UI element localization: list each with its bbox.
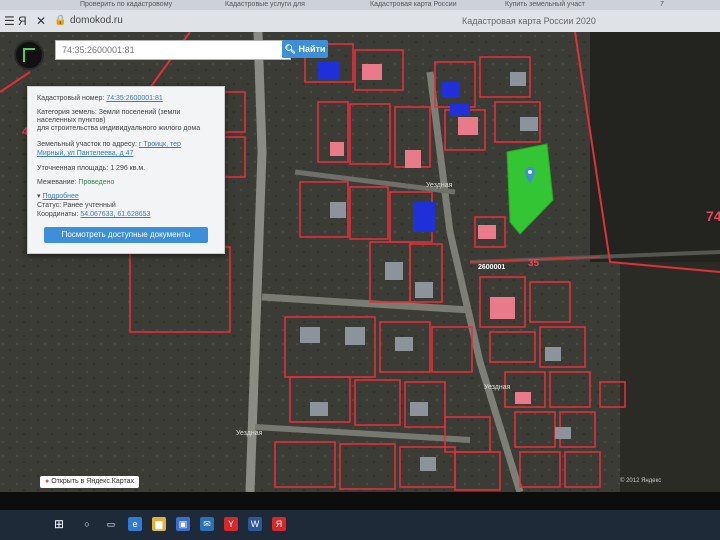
tab-5[interactable]: 7 (660, 0, 664, 10)
status-label: Статус: (37, 202, 62, 209)
yandex-logo-icon[interactable]: Я (18, 14, 27, 28)
map-copyright: © 2012 Яндекс (620, 478, 662, 484)
mail-icon[interactable]: ✉ (200, 517, 214, 531)
cadastral-number-link[interactable]: 74:35:2600001:81 (106, 95, 162, 102)
tab-strip: Проверить по кадастровому Кадастровые ус… (0, 0, 720, 10)
taskbar: ⊞ ○ ▭ e ▆ ▣ ✉ Y W Я (0, 510, 720, 540)
yandex-icon[interactable]: Y (224, 517, 238, 531)
address-link-1[interactable]: г Троицк, тер (139, 141, 181, 148)
street-label: Уездная (426, 182, 453, 189)
boundary-value: Проведено (78, 179, 115, 186)
tab-2[interactable]: Кадастровые услуги для (225, 0, 305, 10)
search-icon: 🔍︎ (284, 44, 296, 54)
open-in-yandex-maps-link[interactable]: ● Открыть в Яндекс.Картах (40, 476, 140, 488)
area-value: 1 296 кв.м. (110, 165, 146, 172)
yandex-browser-icon[interactable]: Я (272, 517, 286, 531)
monitor-bezel (0, 492, 720, 510)
street-label: Уездная (484, 384, 511, 391)
search-button-label: Найти (298, 44, 326, 54)
search-input[interactable]: 74:35:2600001:81 (55, 40, 291, 60)
tab-1[interactable]: Проверить по кадастровому (80, 0, 172, 10)
close-icon[interactable]: ✕ (36, 14, 46, 28)
store-icon[interactable]: ▣ (176, 517, 190, 531)
tab-3[interactable]: Кадастровая карта России (370, 0, 457, 10)
address-label: Земельный участок по адресу: (37, 141, 137, 148)
chevron-down-icon: ▾ (37, 193, 41, 200)
cadastral-number-label: Кадастровый номер: (37, 95, 105, 102)
view-documents-button[interactable]: Посмотреть доступные документы (44, 227, 208, 243)
task-view-icon[interactable]: ▭ (104, 517, 118, 531)
word-icon[interactable]: W (248, 517, 262, 531)
map-zone-label: 74: (706, 208, 720, 224)
street-label: Уездная (236, 430, 263, 437)
browser-chrome: Проверить по кадастровому Кадастровые ус… (0, 0, 720, 32)
address-bar[interactable]: domokod.ru (70, 14, 123, 28)
boundary-label: Межевание: (37, 179, 77, 186)
search-icon[interactable]: ○ (80, 517, 94, 531)
land-purpose: для строительства индивидуального жилого… (37, 125, 201, 132)
map-zone-label: 35 (528, 258, 540, 269)
details-toggle[interactable]: Подробнее (42, 193, 78, 200)
coords-value[interactable]: 54.067633, 61.628653 (80, 211, 150, 218)
coords-label: Координаты: (37, 211, 79, 218)
tabs-menu-icon[interactable]: ☰ (4, 14, 15, 28)
edge-icon[interactable]: e (128, 517, 142, 531)
area-label: Уточненная площадь: (37, 165, 109, 172)
status-value: Ранее учтенный (63, 202, 116, 209)
open-in-yandex-maps-label: Открыть в Яндекс.Картах (51, 478, 135, 485)
map-pin-icon: ● (45, 478, 50, 485)
page-title: Кадастровая карта России 2020 (462, 16, 596, 26)
address-link-2[interactable]: Мирный, ул Пантелеева, д 47 (37, 150, 133, 157)
block-label: 2600001 (478, 264, 506, 271)
search-button[interactable]: 🔍︎ Найти (282, 40, 328, 58)
land-category-label: Категория земель: (37, 109, 97, 116)
lock-icon: 🔒 (54, 15, 67, 26)
explorer-icon[interactable]: ▆ (152, 517, 166, 531)
parcel-info-panel: Кадастровый номер: 74:35:2600001:81 Кате… (27, 86, 225, 254)
windows-icon[interactable]: ⊞ (52, 517, 66, 531)
nav-row: ☰ Я ✕ 🔒 domokod.ru Кадастровая карта Рос… (0, 11, 720, 31)
site-logo-icon[interactable] (14, 40, 44, 70)
tab-4[interactable]: Купить земельный участ (505, 0, 585, 10)
